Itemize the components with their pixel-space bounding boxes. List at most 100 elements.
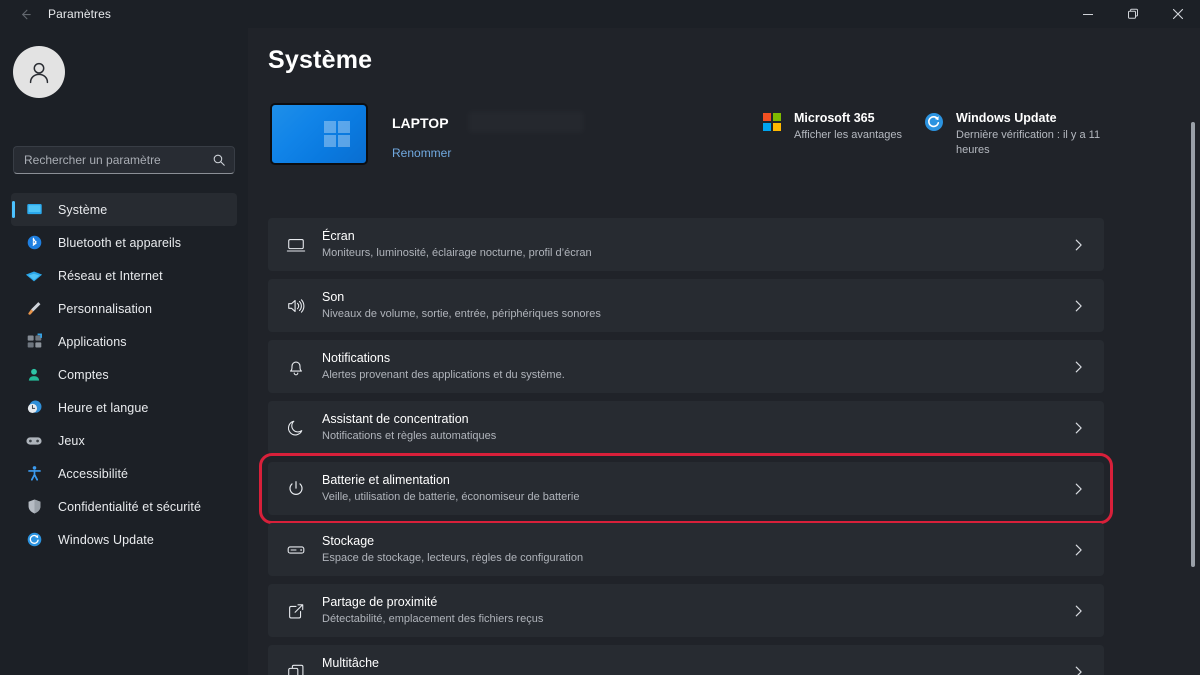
multitasking-windows-icon: [282, 658, 310, 675]
sidebar-item-label: Comptes: [58, 367, 109, 382]
sidebar-item-windows-update[interactable]: Windows Update: [11, 523, 237, 556]
storage-drive-icon: [282, 536, 310, 564]
sidebar-nav: Système Bluetooth et appareils Réseau et…: [11, 193, 237, 556]
settings-window: Paramètres Rechercher un paramètre Systè…: [0, 0, 1200, 675]
chevron-right-icon: [1073, 543, 1084, 557]
sidebar-item-label: Jeux: [58, 433, 85, 448]
notifications-bell-icon: [282, 353, 310, 381]
setting-row-assistant-concentration[interactable]: Assistant de concentration Notifications…: [268, 401, 1104, 454]
account-icon: [24, 365, 44, 385]
chevron-right-icon: [1073, 665, 1084, 675]
sidebar-item-label: Personnalisation: [58, 301, 153, 316]
minimize-button[interactable]: [1065, 0, 1110, 28]
bluetooth-icon: [24, 233, 44, 253]
microsoft-logo-icon: [762, 112, 784, 134]
windows-logo-icon: [324, 121, 350, 147]
window-controls: [1065, 0, 1200, 28]
sound-speaker-icon: [282, 292, 310, 320]
search-input[interactable]: [24, 153, 208, 167]
setting-row-batterie-alimentation[interactable]: Batterie et alimentation Veille, utilisa…: [259, 453, 1113, 524]
sidebar-item-label: Système: [58, 202, 108, 217]
monitor-icon: [24, 200, 44, 220]
main-content: Système LAPTOP Renommer Microsoft 365 Af…: [248, 28, 1200, 675]
chevron-right-icon: [1073, 421, 1084, 435]
sidebar-item-comptes[interactable]: Comptes: [11, 358, 237, 391]
sidebar-item-label: Applications: [58, 334, 127, 349]
status-card-windows-update[interactable]: Windows Update Dernière vérification : i…: [924, 110, 1104, 158]
setting-subtitle: Alertes provenant des applications et du…: [322, 369, 565, 381]
sidebar: Système Bluetooth et appareils: [0, 28, 248, 675]
setting-title: Écran: [322, 229, 355, 243]
setting-title: Assistant de concentration: [322, 412, 469, 426]
scrollbar-thumb[interactable]: [1191, 122, 1195, 567]
maximize-button[interactable]: [1110, 0, 1155, 28]
setting-row-partage-proximite[interactable]: Partage de proximité Détectabilité, empl…: [268, 584, 1104, 637]
sidebar-item-reseau[interactable]: Réseau et Internet: [11, 259, 237, 292]
focus-moon-icon: [282, 414, 310, 442]
close-icon: [1172, 8, 1183, 20]
page-title: Système: [268, 46, 373, 74]
avatar[interactable]: [13, 46, 65, 98]
setting-title: Batterie et alimentation: [322, 473, 450, 487]
paintbrush-icon: [24, 299, 44, 319]
setting-row-multitache[interactable]: Multitâche Ancrer les fenêtres, bureaux,…: [268, 645, 1104, 675]
update-refresh-icon: [24, 530, 44, 550]
status-card-subtitle: Dernière vérification : il y a 11 heures: [956, 129, 1101, 156]
setting-subtitle: Notifications et règles automatiques: [322, 430, 497, 442]
sidebar-item-personnalisation[interactable]: Personnalisation: [11, 292, 237, 325]
status-card-subtitle: Afficher les avantages: [794, 129, 903, 141]
apps-grid-icon: [24, 332, 44, 352]
setting-row-son[interactable]: Son Niveaux de volume, sortie, entrée, p…: [268, 279, 1104, 332]
status-card-title: Windows Update: [956, 111, 1057, 125]
setting-row-stockage[interactable]: Stockage Espace de stockage, lecteurs, r…: [268, 523, 1104, 576]
chevron-right-icon: [1073, 238, 1084, 252]
rename-link[interactable]: Renommer: [392, 146, 451, 160]
window-title: Paramètres: [48, 7, 112, 21]
title-bar: Paramètres: [0, 0, 1200, 28]
clock-globe-icon: [24, 398, 44, 418]
sidebar-item-jeux[interactable]: Jeux: [11, 424, 237, 457]
accessibility-icon: [24, 464, 44, 484]
person-avatar-icon: [29, 62, 49, 84]
chevron-right-icon: [1073, 360, 1084, 374]
restore-icon: [1127, 8, 1138, 19]
sidebar-item-label: Heure et langue: [58, 400, 149, 415]
sidebar-item-label: Accessibilité: [58, 466, 129, 481]
chevron-right-icon: [1073, 482, 1084, 496]
nearby-share-icon: [282, 597, 310, 625]
back-arrow-icon[interactable]: [12, 1, 38, 27]
sidebar-item-label: Réseau et Internet: [58, 268, 163, 283]
setting-title: Notifications: [322, 351, 391, 365]
status-card-microsoft-365[interactable]: Microsoft 365 Afficher les avantages: [762, 110, 932, 143]
setting-title: Partage de proximité: [322, 595, 438, 609]
gamepad-icon: [24, 431, 44, 451]
chevron-right-icon: [1073, 299, 1084, 313]
sidebar-item-applications[interactable]: Applications: [11, 325, 237, 358]
windows-update-icon: [924, 112, 946, 134]
wifi-icon: [24, 266, 44, 286]
sidebar-item-confidentialite[interactable]: Confidentialité et sécurité: [11, 490, 237, 523]
power-battery-icon: [282, 475, 310, 503]
sidebar-item-label: Bluetooth et appareils: [58, 235, 182, 250]
setting-subtitle: Niveaux de volume, sortie, entrée, périp…: [322, 308, 601, 320]
search-box[interactable]: [13, 146, 235, 174]
setting-subtitle: Détectabilité, emplacement des fichiers …: [322, 613, 544, 625]
sidebar-item-systeme[interactable]: Système: [11, 193, 237, 226]
status-card-title: Microsoft 365: [794, 111, 875, 125]
scrollbar-track[interactable]: [1188, 28, 1198, 675]
redacted-device-info: [468, 111, 584, 133]
setting-title: Stockage: [322, 534, 375, 548]
setting-title: Multitâche: [322, 656, 379, 670]
device-name: LAPTOP: [392, 115, 449, 131]
setting-row-notifications[interactable]: Notifications Alertes provenant des appl…: [268, 340, 1104, 393]
setting-subtitle: Moniteurs, luminosité, éclairage nocturn…: [322, 247, 592, 259]
close-button[interactable]: [1155, 0, 1200, 28]
display-monitor-icon: [282, 231, 310, 259]
setting-title: Son: [322, 290, 345, 304]
sidebar-item-bluetooth[interactable]: Bluetooth et appareils: [11, 226, 237, 259]
setting-row-ecran[interactable]: Écran Moniteurs, luminosité, éclairage n…: [268, 218, 1104, 271]
sidebar-item-accessibilite[interactable]: Accessibilité: [11, 457, 237, 490]
minimize-icon: [1082, 13, 1093, 15]
sidebar-item-heure-langue[interactable]: Heure et langue: [11, 391, 237, 424]
chevron-right-icon: [1073, 604, 1084, 618]
